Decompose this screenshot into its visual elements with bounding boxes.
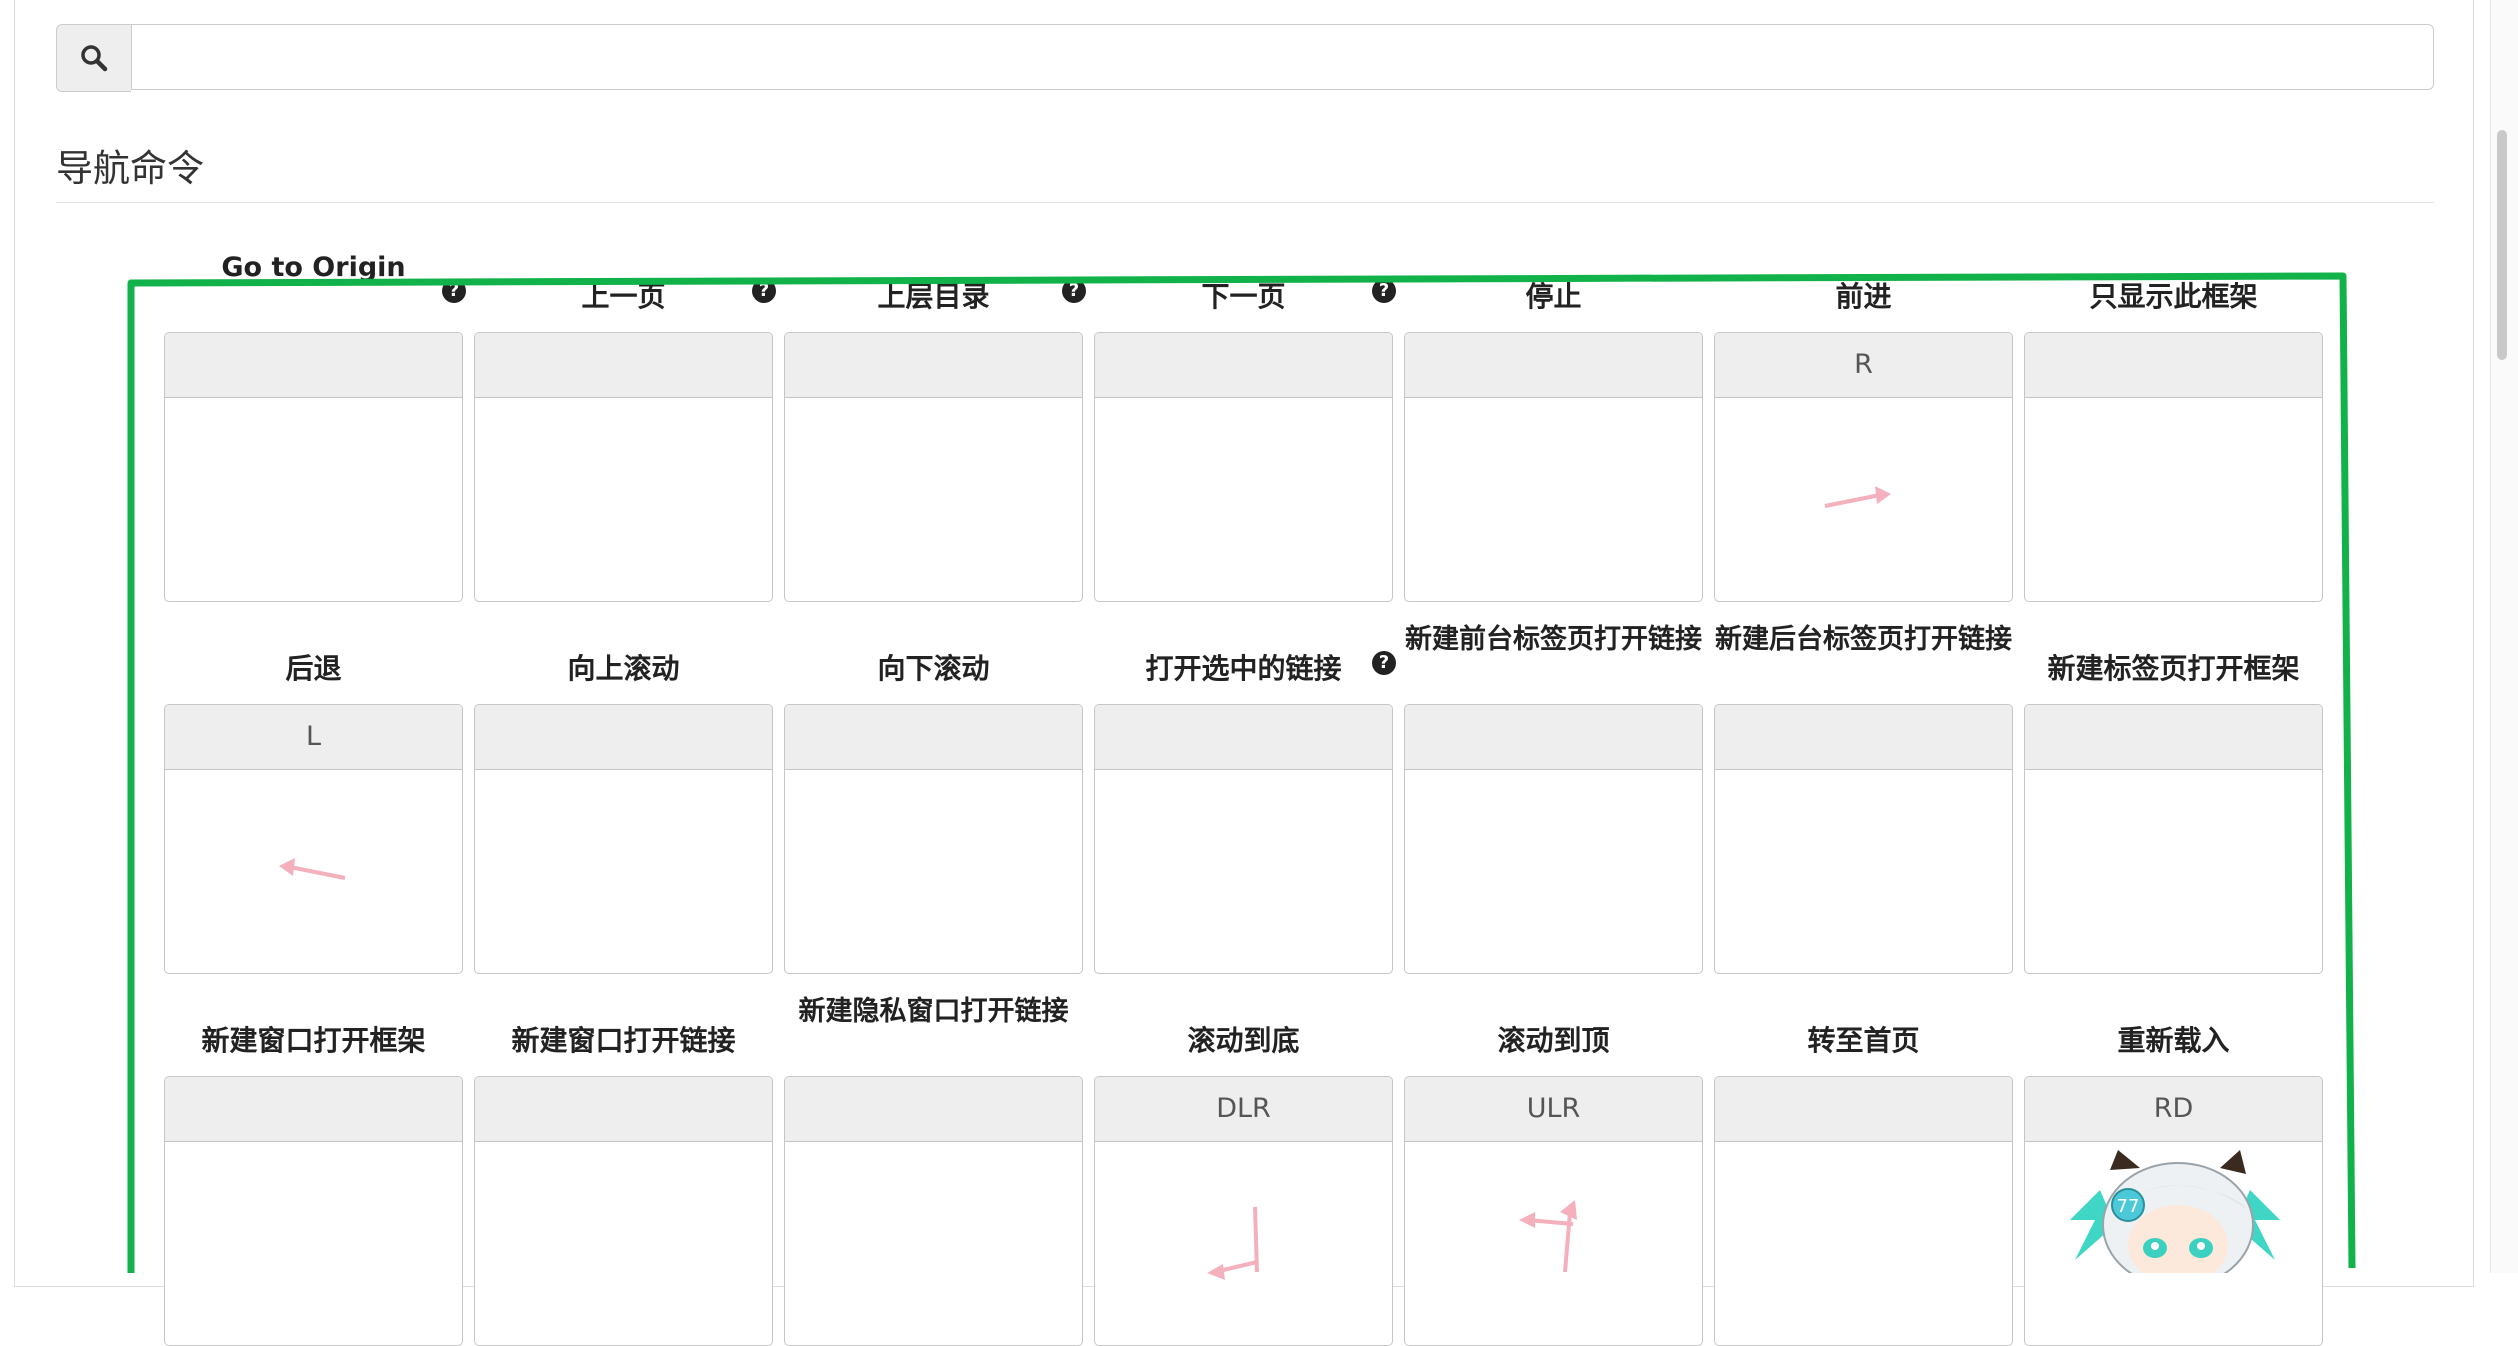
gesture-code — [2025, 705, 2322, 770]
gesture-box[interactable]: R — [1714, 332, 2013, 602]
gesture-code — [475, 1077, 772, 1142]
command-label: Go to Origin — [221, 252, 406, 283]
gesture-canvas[interactable] — [785, 1142, 1082, 1345]
gesture-canvas[interactable] — [785, 398, 1082, 601]
help-icon[interactable]: ? — [442, 279, 466, 303]
command-label: 前进 — [1835, 280, 1892, 313]
help-icon[interactable]: ? — [1372, 279, 1396, 303]
gesture-canvas[interactable] — [475, 398, 772, 601]
command-label: 转至首页 — [1807, 1024, 1920, 1057]
command-grid: Go to Origin? 上一页? 上层目录? 下一页? 停止 前进 R 只显示此框架后退 L… — [0, 0, 2518, 1346]
command-label: 新建窗口打开框架 — [201, 1024, 426, 1057]
gesture-arrow-icon — [1824, 486, 1891, 508]
command-label: 新建隐私窗口打开链接 — [798, 996, 1069, 1027]
help-icon[interactable]: ? — [1062, 279, 1086, 303]
gesture-box[interactable] — [474, 1076, 773, 1346]
gesture-canvas[interactable] — [475, 1142, 772, 1345]
command-label: 新建窗口打开链接 — [511, 1024, 736, 1057]
gesture-box[interactable] — [784, 1076, 1083, 1346]
gesture-code: DLR — [1095, 1077, 1392, 1142]
command-label: 新建后台标签页打开链接 — [1715, 624, 2012, 655]
command-label: 上层目录 — [877, 280, 990, 313]
gesture-arrow-icon — [1519, 1200, 1577, 1273]
gesture-canvas[interactable] — [785, 770, 1082, 973]
command-label: 滚动到顶 — [1497, 1024, 1610, 1057]
gesture-box[interactable] — [2024, 704, 2323, 974]
gesture-canvas[interactable] — [165, 770, 462, 973]
gesture-code — [785, 705, 1082, 770]
command-label: 滚动到底 — [1187, 1024, 1300, 1057]
gesture-code — [1095, 705, 1392, 770]
gesture-canvas[interactable] — [165, 398, 462, 601]
gesture-code — [785, 1077, 1082, 1142]
gesture-canvas[interactable] — [1715, 1142, 2012, 1345]
gesture-code — [785, 333, 1082, 398]
gesture-box[interactable] — [1404, 332, 1703, 602]
gesture-box[interactable] — [164, 1076, 463, 1346]
command-label: 新建标签页打开框架 — [2047, 652, 2300, 685]
command-label: 停止 — [1525, 280, 1582, 313]
gesture-code — [1715, 1077, 2012, 1142]
mascot-image: 77 — [2070, 1150, 2280, 1273]
gesture-box[interactable] — [1714, 704, 2013, 974]
vertical-scrollbar[interactable] — [2490, 0, 2518, 1273]
gesture-code — [165, 1077, 462, 1142]
gesture-canvas[interactable] — [1095, 1142, 1392, 1345]
gesture-box[interactable] — [2024, 332, 2323, 602]
scrollbar-thumb[interactable] — [2497, 130, 2507, 360]
command-label: 后退 — [285, 652, 342, 685]
gesture-arrow-icon — [1207, 1206, 1259, 1280]
gesture-canvas[interactable] — [165, 1142, 462, 1345]
gesture-box[interactable] — [474, 704, 773, 974]
gesture-canvas[interactable] — [1715, 398, 2012, 601]
gesture-canvas[interactable] — [1405, 1142, 1702, 1345]
gesture-code — [1405, 705, 1702, 770]
gesture-canvas[interactable] — [1095, 398, 1392, 601]
svg-text:77: 77 — [2117, 1196, 2140, 1217]
gesture-code — [1095, 333, 1392, 398]
command-label: 向上滚动 — [567, 652, 680, 685]
help-icon[interactable]: ? — [1372, 651, 1396, 675]
gesture-code — [475, 705, 772, 770]
command-label: 上一页 — [581, 280, 666, 313]
command-label: 下一页 — [1201, 280, 1286, 313]
gesture-box[interactable]: L — [164, 704, 463, 974]
gesture-code: ULR — [1405, 1077, 1702, 1142]
help-icon[interactable]: ? — [752, 279, 776, 303]
gesture-code: R — [1715, 333, 2012, 398]
command-label: 新建前台标签页打开链接 — [1405, 624, 1702, 655]
gesture-code — [1405, 333, 1702, 398]
gesture-box[interactable] — [784, 704, 1083, 974]
gesture-box[interactable]: DLR — [1094, 1076, 1393, 1346]
command-label: 打开选中的链接 — [1145, 652, 1342, 685]
gesture-canvas[interactable] — [1405, 398, 1702, 601]
gesture-box[interactable] — [474, 332, 773, 602]
command-label: 重新载入 — [2117, 1024, 2230, 1057]
gesture-code — [475, 333, 772, 398]
gesture-box[interactable] — [1714, 1076, 2013, 1346]
gesture-code — [1715, 705, 2012, 770]
gesture-code — [2025, 333, 2322, 398]
gesture-canvas[interactable] — [1405, 770, 1702, 973]
gesture-box[interactable]: ULR — [1404, 1076, 1703, 1346]
gesture-box[interactable] — [784, 332, 1083, 602]
gesture-canvas[interactable] — [2025, 770, 2322, 973]
gesture-arrow-icon — [279, 858, 346, 880]
command-label: 向下滚动 — [877, 652, 990, 685]
gesture-canvas[interactable] — [475, 770, 772, 973]
gesture-canvas[interactable] — [1715, 770, 2012, 973]
gesture-canvas[interactable] — [1095, 770, 1392, 973]
command-label: 只显示此框架 — [2089, 280, 2258, 313]
gesture-canvas[interactable] — [2025, 398, 2322, 601]
gesture-box[interactable] — [1094, 704, 1393, 974]
gesture-code: L — [165, 705, 462, 770]
gesture-box[interactable] — [1094, 332, 1393, 602]
gesture-code — [165, 333, 462, 398]
gesture-box[interactable] — [1404, 704, 1703, 974]
gesture-code: RD — [2025, 1077, 2322, 1142]
gesture-box[interactable] — [164, 332, 463, 602]
